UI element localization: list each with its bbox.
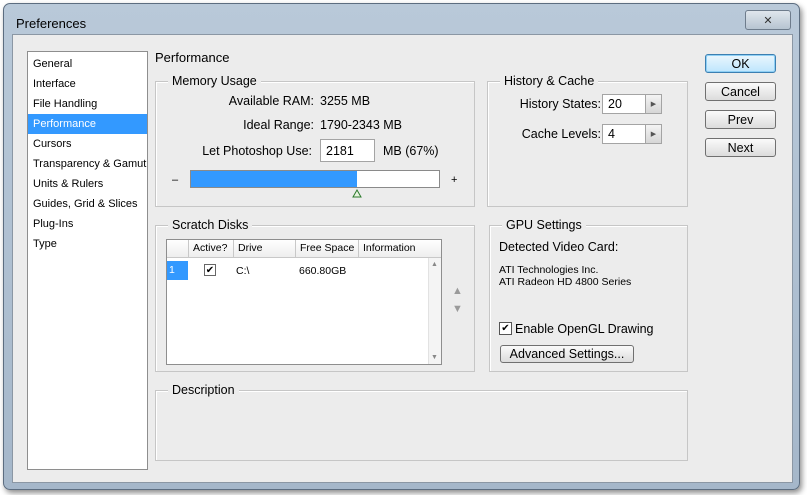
gpu-settings-title: GPU Settings [502,218,586,232]
sidebar-item-performance[interactable]: Performance [28,114,147,134]
chevron-right-icon: ▶ [650,101,657,108]
scroll-up-icon[interactable]: ▲ [431,261,438,268]
history-states-label: History States: [519,97,601,111]
title-bar[interactable]: Preferences ✕ [4,4,799,34]
ideal-range-label: Ideal Range: [243,118,314,132]
row-free-space: 660.80GB [299,265,347,277]
scroll-down-icon[interactable]: ▼ [431,354,438,361]
drive-active-checkbox[interactable]: ✔ [204,264,216,276]
photoshop-use-label: Let Photoshop Use: [202,144,312,158]
memory-slider-fill [191,171,357,187]
table-header-index [167,240,189,257]
move-down-icon[interactable]: ▼ [452,303,463,315]
sidebar-item-file-handling[interactable]: File Handling [28,94,147,114]
page-title: Performance [155,50,230,65]
scratch-disks-group: Scratch Disks Active? Drive Free Space I… [155,218,475,372]
sidebar-item-transparency-gamut[interactable]: Transparency & Gamut [28,154,147,174]
history-states-input[interactable]: 20 [602,94,646,114]
row-index: 1 [167,261,188,280]
memory-slider-track[interactable] [190,170,440,188]
cache-levels-spinner[interactable]: ▶ [645,124,662,144]
memory-usage-title: Memory Usage [168,74,261,88]
history-states-spinner[interactable]: ▶ [645,94,662,114]
cache-levels-label: Cache Levels: [521,127,601,141]
slider-plus-label: + [451,174,458,186]
sidebar-item-type[interactable]: Type [28,234,147,254]
video-card-vendor: ATI Technologies Inc. [499,264,599,276]
row-drive: C:\ [236,265,250,277]
photoshop-use-suffix: MB (67%) [383,144,439,158]
memory-usage-group: Memory Usage Available RAM: 3255 MB Idea… [155,74,475,207]
close-button[interactable]: ✕ [745,10,791,30]
table-header-drive[interactable]: Drive [234,240,296,257]
sidebar-item-plug-ins[interactable]: Plug-Ins [28,214,147,234]
header-divider [167,257,441,258]
opengl-checkbox[interactable]: ✔ [499,322,512,335]
opengl-label[interactable]: Enable OpenGL Drawing [515,322,654,336]
video-card-model: ATI Radeon HD 4800 Series [499,276,632,288]
prev-button[interactable]: Prev [705,110,776,129]
table-row[interactable]: 1 ✔ C:\ 660.80GB [167,261,429,280]
table-scrollbar[interactable]: ▲ ▼ [428,258,441,364]
sidebar-item-cursors[interactable]: Cursors [28,134,147,154]
sidebar-item-units-rulers[interactable]: Units & Rulers [28,174,147,194]
table-header-active[interactable]: Active? [189,240,234,257]
category-list[interactable]: General Interface File Handling Performa… [27,51,148,470]
memory-slider-thumb[interactable] [352,187,362,198]
sidebar-item-guides-grid-slices[interactable]: Guides, Grid & Slices [28,194,147,214]
dialog-body: General Interface File Handling Performa… [12,34,793,483]
description-title: Description [168,383,239,397]
description-group: Description [155,383,688,461]
detected-video-card-label: Detected Video Card: [499,240,619,254]
next-button[interactable]: Next [705,138,776,157]
sidebar-item-interface[interactable]: Interface [28,74,147,94]
cache-levels-input[interactable]: 4 [602,124,646,144]
scratch-disks-title: Scratch Disks [168,218,253,232]
advanced-settings-button[interactable]: Advanced Settings... [500,345,634,363]
close-icon: ✕ [763,14,773,27]
scratch-disks-table[interactable]: Active? Drive Free Space Information 1 ✔… [166,239,442,365]
history-cache-group: History & Cache History States: 20 ▶ Cac… [487,74,688,207]
ok-button[interactable]: OK [705,54,776,73]
checkmark-icon: ✔ [501,323,510,334]
ideal-range-value: 1790-2343 MB [320,118,403,132]
slider-minus-label: – [172,174,179,186]
gpu-settings-group: GPU Settings Detected Video Card: ATI Te… [489,218,688,372]
photoshop-use-input[interactable]: 2181 [320,139,375,162]
available-ram-value: 3255 MB [320,94,371,108]
table-header-free-space[interactable]: Free Space [296,240,359,257]
move-up-icon[interactable]: ▲ [452,285,463,297]
window-title: Preferences [16,16,87,31]
sidebar-item-general[interactable]: General [28,54,147,74]
preferences-window: Preferences ✕ General Interface File Han… [3,3,800,490]
available-ram-label: Available RAM: [228,94,314,108]
cancel-button[interactable]: Cancel [705,82,776,101]
chevron-right-icon: ▶ [650,131,657,138]
table-header-information[interactable]: Information [359,240,441,257]
history-cache-title: History & Cache [500,74,599,88]
checkmark-icon: ✔ [205,265,215,276]
